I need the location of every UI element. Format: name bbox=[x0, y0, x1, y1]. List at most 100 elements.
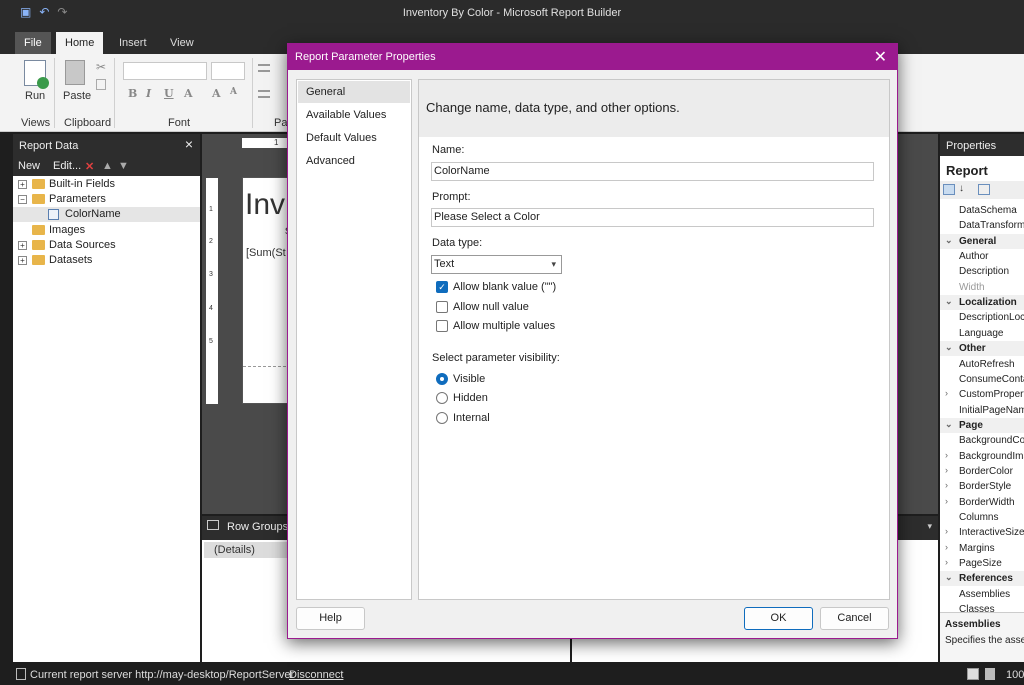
property-row[interactable]: › InteractiveSize bbox=[940, 525, 1024, 540]
expand-icon[interactable]: › bbox=[945, 388, 948, 398]
property-row[interactable]: › Margins bbox=[940, 541, 1024, 556]
nav-advanced[interactable]: Advanced bbox=[298, 150, 410, 172]
property-row[interactable]: AutoRefresh bbox=[940, 357, 1024, 372]
align-left-icon[interactable] bbox=[258, 90, 270, 98]
visible-radio[interactable] bbox=[436, 373, 448, 385]
font-size-combo[interactable] bbox=[211, 62, 245, 80]
sort-alpha-icon[interactable]: ↓ bbox=[959, 183, 964, 194]
tree-item-colorname[interactable]: ColorName bbox=[13, 207, 200, 222]
expand-icon[interactable]: › bbox=[945, 480, 948, 490]
allow-multiple-checkbox[interactable] bbox=[436, 320, 448, 332]
paste-icon[interactable] bbox=[65, 60, 85, 85]
data-type-select[interactable]: Text ▾ bbox=[431, 255, 562, 274]
property-row[interactable]: › PageSize bbox=[940, 556, 1024, 571]
run-icon[interactable] bbox=[24, 60, 49, 89]
close-icon[interactable]: × bbox=[185, 136, 193, 152]
tree-item-data-sources[interactable]: + Data Sources bbox=[13, 238, 200, 253]
property-category[interactable]: ⌄ References bbox=[940, 571, 1024, 587]
property-row[interactable]: DescriptionLocID bbox=[940, 310, 1024, 325]
tab-insert[interactable]: Insert bbox=[110, 32, 156, 54]
tree-item-images[interactable]: Images bbox=[13, 223, 200, 238]
allow-blank-checkbox[interactable]: ✓ bbox=[436, 281, 448, 293]
paste-button[interactable]: Paste bbox=[63, 90, 91, 102]
property-row[interactable]: DataTransform bbox=[940, 218, 1024, 233]
internal-radio[interactable] bbox=[436, 412, 448, 424]
tree-item-parameters[interactable]: − Parameters bbox=[13, 192, 200, 207]
copy-icon[interactable] bbox=[96, 79, 106, 90]
nav-available-values[interactable]: Available Values bbox=[298, 104, 410, 126]
view-mode-icon[interactable] bbox=[967, 668, 979, 680]
cancel-button[interactable]: Cancel bbox=[820, 607, 889, 630]
nav-general[interactable]: General bbox=[298, 81, 410, 103]
property-category[interactable]: ⌄ Other bbox=[940, 341, 1024, 357]
expand-icon[interactable]: › bbox=[945, 496, 948, 506]
allow-null-checkbox[interactable] bbox=[436, 301, 448, 313]
expand-icon[interactable]: › bbox=[945, 542, 948, 552]
tree-item-builtin-fields[interactable]: + Built-in Fields bbox=[13, 177, 200, 192]
bold-icon[interactable]: B bbox=[128, 87, 137, 100]
property-pages-icon[interactable] bbox=[978, 184, 990, 195]
expand-icon[interactable]: + bbox=[18, 241, 27, 250]
collapse-icon[interactable]: ⌄ bbox=[945, 572, 953, 583]
hidden-label[interactable]: Hidden bbox=[453, 392, 488, 404]
expand-icon[interactable]: › bbox=[945, 450, 948, 460]
property-row[interactable]: › BorderStyle bbox=[940, 479, 1024, 494]
shrink-font-icon[interactable]: A bbox=[230, 87, 237, 97]
move-up-icon[interactable]: ▲ bbox=[102, 160, 113, 172]
name-field[interactable]: ColorName bbox=[431, 162, 874, 181]
collapse-icon[interactable]: ⌄ bbox=[945, 235, 953, 246]
run-button[interactable]: Run bbox=[25, 90, 45, 102]
property-row[interactable]: Assemblies bbox=[940, 587, 1024, 602]
font-color-icon[interactable]: A bbox=[184, 87, 193, 100]
new-button[interactable]: New bbox=[18, 160, 40, 172]
property-row[interactable]: Author bbox=[940, 249, 1024, 264]
property-row[interactable]: Language bbox=[940, 326, 1024, 341]
property-category[interactable]: ⌄ Localization bbox=[940, 295, 1024, 311]
collapse-icon[interactable]: ⌄ bbox=[945, 419, 953, 430]
ok-button[interactable]: OK bbox=[744, 607, 813, 630]
hidden-radio[interactable] bbox=[436, 392, 448, 404]
underline-icon[interactable]: U bbox=[164, 87, 174, 100]
property-row[interactable]: › BorderColor bbox=[940, 464, 1024, 479]
internal-label[interactable]: Internal bbox=[453, 412, 490, 424]
property-category[interactable]: ⌄ General bbox=[940, 233, 1024, 249]
tab-file[interactable]: File bbox=[15, 32, 51, 54]
expand-icon[interactable]: › bbox=[945, 526, 948, 536]
help-button[interactable]: Help bbox=[296, 607, 365, 630]
grow-font-icon[interactable]: A bbox=[212, 87, 221, 100]
sum-field-textbox[interactable]: [Sum(St bbox=[246, 247, 286, 259]
property-row[interactable]: ConsumeContainerWhitespace bbox=[940, 372, 1024, 387]
expand-icon[interactable]: + bbox=[18, 180, 27, 189]
tab-home[interactable]: Home bbox=[56, 32, 104, 54]
collapse-icon[interactable]: ⌄ bbox=[945, 342, 953, 353]
edit-button[interactable]: Edit... bbox=[53, 160, 81, 172]
chevron-down-icon[interactable]: ▾ bbox=[927, 521, 932, 532]
property-row[interactable]: DataSchema bbox=[940, 203, 1024, 218]
property-row[interactable]: Columns bbox=[940, 510, 1024, 525]
expand-icon[interactable]: › bbox=[945, 557, 948, 567]
expand-icon[interactable]: › bbox=[945, 465, 948, 475]
prompt-field[interactable]: Please Select a Color bbox=[431, 208, 874, 227]
property-row[interactable]: › BorderWidth bbox=[940, 495, 1024, 510]
categorized-icon[interactable] bbox=[943, 184, 955, 195]
nav-default-values[interactable]: Default Values bbox=[298, 127, 410, 149]
property-row[interactable]: Width bbox=[940, 280, 1024, 295]
delete-icon[interactable]: ✕ bbox=[85, 160, 94, 173]
allow-null-label[interactable]: Allow null value bbox=[453, 301, 529, 313]
tree-item-datasets[interactable]: + Datasets bbox=[13, 253, 200, 268]
move-down-icon[interactable]: ▼ bbox=[118, 160, 129, 172]
align-icon[interactable] bbox=[258, 64, 270, 72]
zoom-level[interactable]: 100% bbox=[1006, 669, 1024, 681]
collapse-icon[interactable]: − bbox=[18, 195, 27, 204]
page-icon[interactable] bbox=[985, 668, 995, 680]
collapse-icon[interactable]: ⌄ bbox=[945, 296, 953, 307]
tab-view[interactable]: View bbox=[161, 32, 203, 54]
property-row[interactable]: BackgroundColor bbox=[940, 433, 1024, 448]
report-title-textbox[interactable]: Inv bbox=[245, 188, 285, 222]
italic-icon[interactable]: I bbox=[146, 87, 151, 100]
allow-blank-label[interactable]: Allow blank value ("") bbox=[453, 281, 556, 293]
disconnect-link[interactable]: Disconnect bbox=[289, 669, 343, 681]
visible-label[interactable]: Visible bbox=[453, 373, 485, 385]
cut-icon[interactable]: ✂ bbox=[96, 60, 106, 74]
close-icon[interactable]: ✕ bbox=[874, 47, 887, 67]
